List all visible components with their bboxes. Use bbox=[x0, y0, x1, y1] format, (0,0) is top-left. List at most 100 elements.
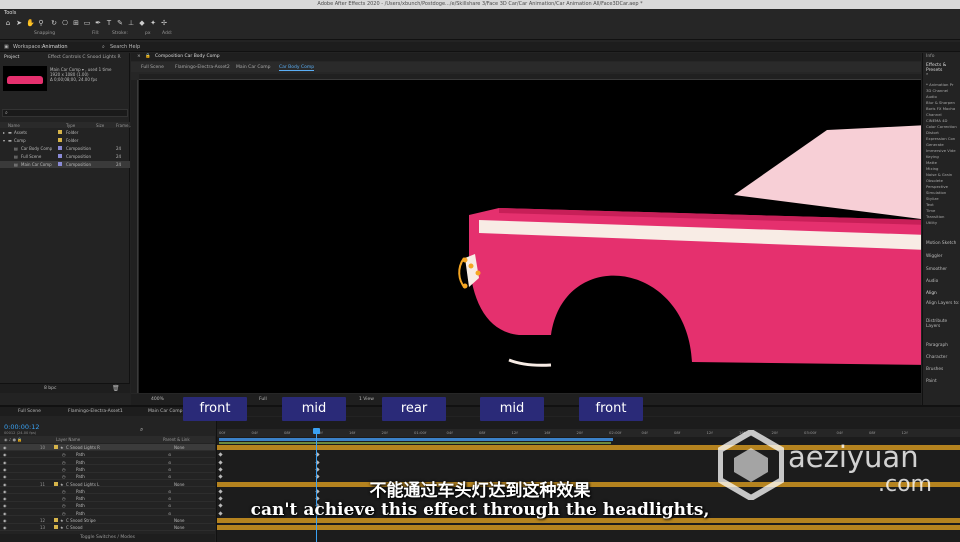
eraser-tool-icon[interactable]: ◆ bbox=[138, 19, 146, 27]
toggle-switches-modes[interactable]: Toggle Switches / Modes bbox=[0, 534, 215, 542]
property-row[interactable]: ◉ ◷ Path ⊙ bbox=[0, 451, 215, 458]
col-name[interactable]: Name bbox=[8, 123, 20, 128]
visibility-icon[interactable]: ◉ bbox=[3, 452, 7, 457]
selection-tool-icon[interactable]: ➤ bbox=[15, 19, 23, 27]
pickwhip-icon[interactable]: ⊙ bbox=[168, 452, 171, 457]
headlight-path[interactable] bbox=[458, 257, 466, 289]
smoother-panel[interactable]: Smoother bbox=[926, 267, 947, 272]
label-swatch[interactable] bbox=[54, 445, 58, 449]
project-row[interactable]: ▤ Main Car Comp Composition 24 bbox=[0, 161, 130, 168]
lock-icon[interactable]: 🔒 bbox=[145, 54, 151, 59]
breadcrumb-car-body[interactable]: Car Body Comp bbox=[279, 65, 315, 71]
layer-row[interactable]: ◉ 10 ★ C Snood Lights R None bbox=[0, 444, 215, 451]
project-row[interactable]: ▤ Car Body Comp Composition 24 bbox=[0, 145, 130, 152]
vertical-ruler[interactable] bbox=[131, 80, 138, 393]
resolution-select[interactable]: Full bbox=[259, 397, 267, 402]
stopwatch-icon[interactable]: ◷ bbox=[62, 452, 66, 457]
effect-category[interactable]: Expression Con bbox=[926, 136, 955, 141]
composition-viewer[interactable] bbox=[139, 80, 921, 393]
home-icon[interactable]: ⌂ bbox=[4, 19, 12, 27]
tab-project[interactable]: Project bbox=[4, 55, 19, 60]
search-icon[interactable]: ⌕ bbox=[140, 426, 143, 434]
work-area-bar[interactable] bbox=[219, 438, 613, 441]
col-parent[interactable]: Parent & Link bbox=[163, 437, 190, 442]
visibility-icon[interactable]: ◉ bbox=[3, 460, 7, 465]
col-layer-name[interactable]: Layer Name bbox=[56, 437, 80, 442]
effects-search-icon[interactable]: ⌕ bbox=[926, 71, 928, 76]
effect-category[interactable]: Blur & Sharpen bbox=[926, 100, 955, 105]
effect-category[interactable]: Channel bbox=[926, 112, 942, 117]
project-row[interactable]: ▸ ▬ Assets Folder bbox=[0, 129, 130, 136]
project-row[interactable]: ▾ ▬ Comp Folder bbox=[0, 137, 130, 144]
trash-icon[interactable]: 🗑 bbox=[112, 385, 120, 392]
effect-category[interactable]: Transition bbox=[926, 214, 944, 219]
brushes-panel[interactable]: Brushes bbox=[926, 367, 943, 372]
breadcrumb-full-scene[interactable]: Full Scene bbox=[141, 65, 164, 70]
pickwhip-icon[interactable]: ⊙ bbox=[168, 467, 171, 472]
tab-main-car-comp[interactable]: Main Car Comp bbox=[148, 409, 183, 414]
magnification-select[interactable]: 400% bbox=[151, 397, 164, 402]
motion-sketch-panel[interactable]: Motion Sketch bbox=[926, 241, 956, 246]
effect-category[interactable]: 3D Channel bbox=[926, 88, 948, 93]
col-size[interactable]: Size bbox=[96, 123, 104, 128]
stopwatch-icon[interactable]: ◷ bbox=[62, 467, 66, 472]
zoom-tool-icon[interactable]: ⚲ bbox=[37, 19, 45, 27]
property-row[interactable]: ◉ ◷ Path ⊙ bbox=[0, 466, 215, 473]
layer-row[interactable]: ◉ 13 ★ C Snood None bbox=[0, 524, 215, 531]
camera-tool-icon[interactable]: ⎔ bbox=[61, 19, 69, 27]
effect-category[interactable]: Noise & Grain bbox=[926, 172, 952, 177]
effect-category[interactable]: Audio bbox=[926, 94, 937, 99]
tab-composition[interactable]: Composition Car Body Comp bbox=[155, 54, 220, 59]
label-swatch[interactable] bbox=[54, 525, 58, 530]
effect-category[interactable]: Immersive Vide bbox=[926, 148, 956, 153]
path-handle[interactable] bbox=[468, 263, 474, 269]
brush-tool-icon[interactable]: ✎ bbox=[116, 19, 124, 27]
path-handle[interactable] bbox=[462, 283, 468, 289]
hand-tool-icon[interactable]: ✋ bbox=[26, 19, 35, 27]
align-layers-to[interactable]: Align Layers to: bbox=[926, 301, 960, 306]
current-time-display[interactable]: 0:00:00:12 bbox=[4, 423, 40, 431]
effect-category[interactable]: Stylize bbox=[926, 196, 939, 201]
layer-name[interactable]: C Snood Lights R bbox=[66, 445, 100, 450]
effect-category[interactable]: Simulation bbox=[926, 190, 946, 195]
label-swatch[interactable] bbox=[58, 138, 62, 142]
effect-category[interactable]: Time bbox=[926, 208, 935, 213]
path-handle[interactable] bbox=[462, 257, 468, 263]
effect-category[interactable]: Generate bbox=[926, 142, 944, 147]
effect-category[interactable]: * Animation Pr bbox=[926, 82, 953, 87]
keyframe[interactable] bbox=[218, 459, 223, 465]
keyframe[interactable] bbox=[218, 467, 223, 472]
breadcrumb-flamingo[interactable]: Flamingo-Electra-Asset2 bbox=[175, 65, 230, 70]
rotate-tool-icon[interactable]: ↻ bbox=[50, 19, 58, 27]
character-panel[interactable]: Character bbox=[926, 355, 947, 360]
property-row[interactable]: ◉ ◷ Path ⊙ bbox=[0, 459, 215, 466]
layer-name[interactable]: C Snood bbox=[66, 525, 83, 530]
project-search-input[interactable]: ⌕ bbox=[2, 109, 128, 117]
effect-category[interactable]: Perspective bbox=[926, 184, 948, 189]
effect-category[interactable]: Matte bbox=[926, 160, 937, 165]
effect-category[interactable]: Text bbox=[926, 202, 934, 207]
path-handle[interactable] bbox=[475, 270, 481, 276]
view-layout-select[interactable]: 1 View bbox=[359, 397, 374, 402]
rectangle-tool-icon[interactable]: ▭ bbox=[83, 19, 91, 27]
visibility-icon[interactable]: ◉ bbox=[3, 525, 7, 530]
project-row[interactable]: ▤ Full Scene Composition 24 bbox=[0, 153, 130, 160]
parent-select[interactable]: None bbox=[174, 445, 184, 450]
roto-tool-icon[interactable]: ✦ bbox=[149, 19, 157, 27]
tab-full-scene[interactable]: Full Scene bbox=[18, 409, 41, 414]
puppet-tool-icon[interactable]: ✢ bbox=[160, 19, 168, 27]
label-swatch[interactable] bbox=[58, 146, 62, 150]
distribute-layers[interactable]: Distribute Layers bbox=[926, 319, 960, 329]
pickwhip-icon[interactable]: ⊙ bbox=[168, 460, 171, 465]
effects-presets-title[interactable]: Effects & Presets bbox=[926, 63, 960, 73]
pen-tool-icon[interactable]: ✒ bbox=[94, 19, 102, 27]
info-tab[interactable]: Info bbox=[926, 54, 935, 59]
visibility-icon[interactable]: ◉ bbox=[3, 467, 7, 472]
col-type[interactable]: Type bbox=[66, 123, 75, 128]
tab-flamingo[interactable]: Flamingo-Electra-Asset1 bbox=[68, 409, 123, 414]
text-tool-icon[interactable]: T bbox=[105, 19, 113, 27]
tab-effect-controls[interactable]: Effect Controls C Snood Lights R bbox=[48, 55, 121, 60]
search-help-input[interactable]: Search Help bbox=[110, 44, 140, 50]
pan-behind-tool-icon[interactable]: ⊞ bbox=[72, 19, 80, 27]
label-swatch[interactable] bbox=[58, 154, 62, 158]
